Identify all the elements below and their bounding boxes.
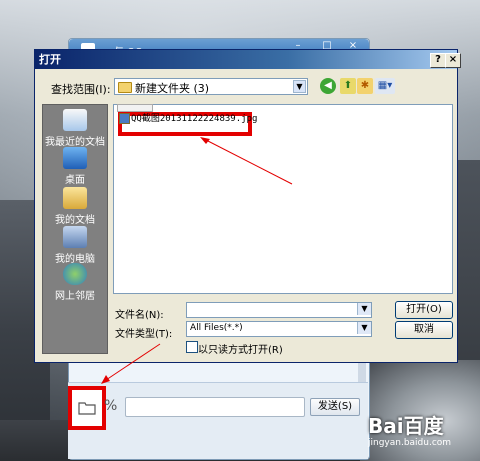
qq-scrollbar[interactable] [358, 362, 366, 382]
look-in-value: 新建文件夹 (3) [135, 82, 210, 95]
image-file-icon [119, 113, 130, 124]
file-type-select[interactable]: All Files(*.*) ▼ [186, 321, 372, 337]
place-recent[interactable]: 我最近的文档 [43, 109, 107, 148]
dialog-title: 打开 [35, 50, 457, 69]
new-folder-icon[interactable]: ✱ [357, 78, 373, 94]
my-computer-icon [63, 226, 87, 248]
chevron-down-icon[interactable]: ▼ [357, 322, 371, 334]
help-button[interactable]: ? [430, 53, 446, 68]
place-network[interactable]: 网上邻居 [43, 263, 107, 302]
up-folder-icon[interactable]: ⬆ [340, 78, 356, 94]
send-file-button[interactable] [68, 386, 106, 430]
screenshot-icon[interactable]: % [104, 398, 117, 414]
folder-icon [118, 82, 132, 93]
places-bar: 我最近的文档 桌面 我的文档 我的电脑 网上邻居 [42, 104, 108, 354]
watermark-url: jingyan.baidu.com [368, 438, 452, 448]
file-name: QQ截图20131122224839.jpg [131, 114, 258, 124]
network-icon [63, 263, 87, 285]
place-desktop[interactable]: 桌面 [43, 147, 107, 186]
baidu-logo: Bai百度 [368, 414, 444, 438]
my-documents-icon [63, 187, 87, 209]
send-button[interactable]: 发送(S) [310, 398, 360, 416]
read-only-label: 以只读方式打开(R) [198, 345, 283, 356]
desktop-icon [63, 147, 87, 169]
place-label: 桌面 [65, 175, 85, 186]
file-name-label: 文件名(N): [115, 310, 164, 321]
back-icon[interactable]: ◀ [320, 78, 336, 94]
cancel-button[interactable]: 取消 [395, 321, 453, 339]
qq-input-toolbar [68, 382, 368, 459]
folder-icon [78, 402, 96, 415]
place-my-computer[interactable]: 我的电脑 [43, 226, 107, 265]
look-in-combobox[interactable]: 新建文件夹 (3) ▼ [114, 78, 308, 95]
views-menu-icon[interactable]: ▦▾ [375, 78, 395, 94]
chevron-down-icon[interactable]: ▼ [357, 303, 371, 315]
open-file-dialog: 打开 ? × 查找范围(I): 新建文件夹 (3) ▼ ◀ ⬆ ✱ ▦▾ 我最近… [34, 49, 461, 363]
chat-input-field[interactable] [125, 397, 305, 417]
baidu-watermark: Bai百度 jingyan.baidu.com [368, 410, 451, 448]
place-label: 网上邻居 [55, 291, 95, 302]
file-type-label: 文件类型(T): [115, 329, 173, 340]
place-my-documents[interactable]: 我的文档 [43, 187, 107, 226]
close-button[interactable]: × [445, 53, 461, 68]
open-button[interactable]: 打开(O) [395, 301, 453, 319]
file-name-input[interactable]: ▼ [186, 302, 372, 318]
read-only-checkbox[interactable] [186, 341, 198, 353]
look-in-label: 查找范围(I): [51, 83, 111, 96]
place-label: 我的文档 [55, 215, 95, 226]
file-list[interactable]: QQ截图20131122224839.jpg [113, 104, 453, 294]
chevron-down-icon[interactable]: ▼ [293, 80, 306, 93]
file-type-value: All Files(*.*) [190, 323, 243, 333]
recent-docs-icon [63, 109, 87, 131]
